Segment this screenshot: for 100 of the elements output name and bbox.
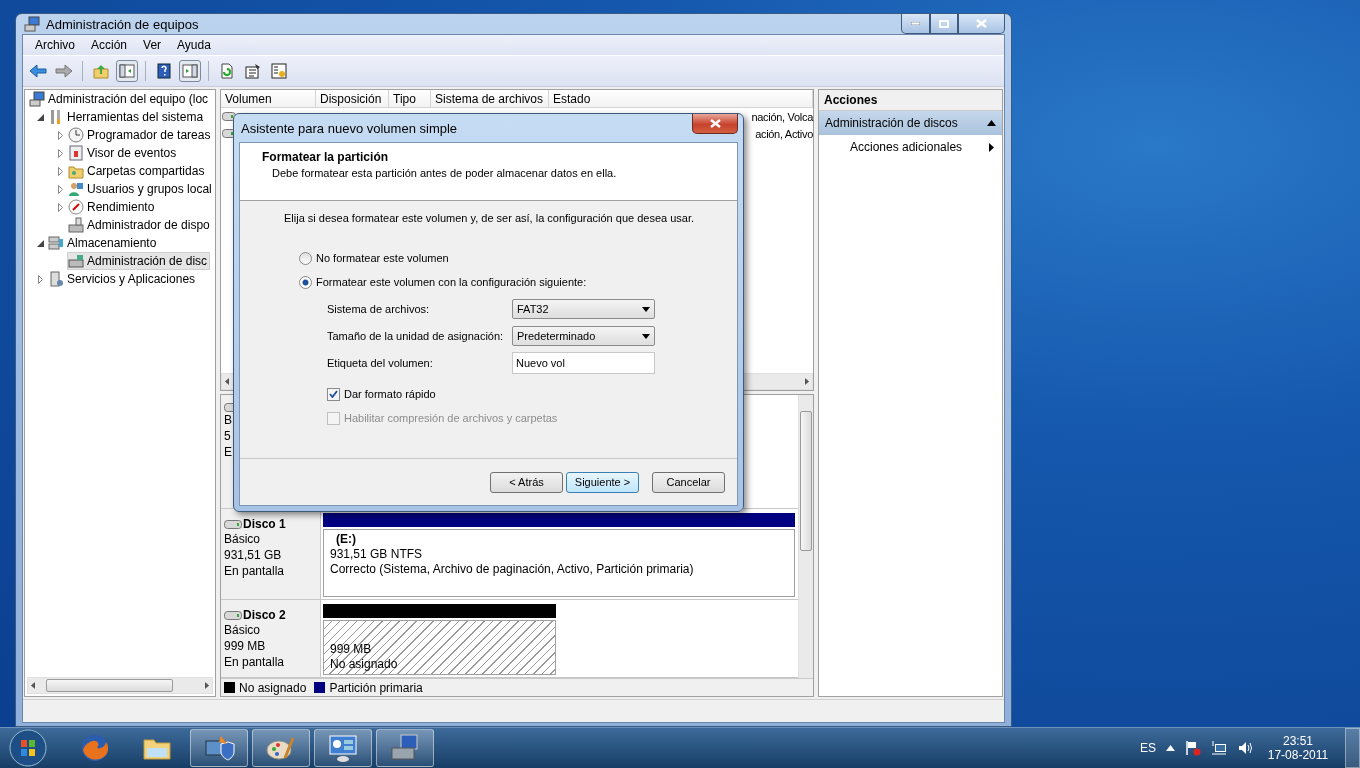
dialog-button[interactable]: < Atrás xyxy=(490,471,563,493)
tree-item[interactable]: Usuarios y grupos local xyxy=(67,180,215,198)
tree-item[interactable]: Administración del equipo (loc xyxy=(28,90,212,108)
partition-detail: 931,51 GB NTFS xyxy=(330,547,424,562)
disk-name: Disco 1 xyxy=(243,517,286,531)
horizontal-scrollbar[interactable] xyxy=(27,677,213,694)
tree-item[interactable]: Servicios y Aplicaciones xyxy=(47,270,199,288)
column-header[interactable]: Sistema de archivos xyxy=(431,90,549,107)
partition-block[interactable]: (E:) 931,51 GB NTFS Correcto (Sistema, Archivo de paginación, Activo, Partición primaria) xyxy=(323,529,795,597)
close-button[interactable] xyxy=(692,114,738,134)
tree-item[interactable]: Rendimiento xyxy=(67,198,158,216)
list-button[interactable] xyxy=(268,60,290,82)
device-icon xyxy=(68,217,84,233)
menu-item[interactable]: Archivo xyxy=(27,38,83,52)
disk-detail: 5 xyxy=(224,429,232,444)
tree-item[interactable]: Programador de tareas xyxy=(67,126,214,144)
collapse-arrow-icon[interactable] xyxy=(37,239,44,247)
minimize-button[interactable] xyxy=(901,14,930,34)
partition-block[interactable]: 999 MB No asignado xyxy=(323,620,556,675)
partition-label: (E:) xyxy=(335,532,357,547)
action-section[interactable]: Administración de discos xyxy=(819,111,1002,135)
taskbar-button[interactable] xyxy=(314,729,372,767)
refresh-icon xyxy=(219,63,235,79)
dialog-button[interactable]: Siguiente > xyxy=(566,471,639,493)
disk-detail: E xyxy=(224,445,233,460)
tree-toggle-button[interactable] xyxy=(116,60,138,82)
tree-item[interactable]: Herramientas del sistema xyxy=(47,108,207,126)
dialog-subheading: Debe formatear esta partición antes de poder almacenar datos en ella. xyxy=(271,167,618,179)
forward-arrow-icon xyxy=(55,63,73,79)
radio-label[interactable]: No formatear este volumen xyxy=(316,252,449,264)
expand-arrow-icon[interactable] xyxy=(58,184,63,194)
partition-detail: Correcto (Sistema, Archivo de paginación, Activo, Partición primaria) xyxy=(330,562,695,577)
taskbar-button[interactable] xyxy=(252,729,310,767)
browser-icon xyxy=(79,732,111,764)
disk-detail: Básico xyxy=(224,623,262,638)
input-field[interactable]: Nuevo vol xyxy=(512,352,655,374)
dialog-heading: Formatear la partición xyxy=(262,150,390,164)
users-icon xyxy=(68,181,84,197)
dropdown[interactable]: FAT32 xyxy=(512,299,655,319)
taskbar-button[interactable] xyxy=(190,729,248,767)
disk-detail: B xyxy=(224,413,233,428)
instruction-text: Elija si desea formatear este volumen y, de ser así, la configuración que desea usar. xyxy=(284,212,696,224)
submenu-arrow-icon xyxy=(989,142,994,152)
menu-item[interactable]: Ayuda xyxy=(169,38,219,52)
checkbox[interactable] xyxy=(327,387,340,401)
dialog-button[interactable]: Cancelar xyxy=(652,471,725,493)
radio-button[interactable] xyxy=(299,275,312,289)
menu-item[interactable]: Ver xyxy=(135,38,170,52)
properties-icon xyxy=(245,63,261,79)
menu-item[interactable]: Acción xyxy=(83,38,136,52)
list-icon xyxy=(271,63,287,79)
up-folder-icon xyxy=(93,63,109,79)
tree-item[interactable]: Almacenamiento xyxy=(47,234,160,252)
close-button[interactable] xyxy=(958,14,1005,34)
language-indicator[interactable]: ES xyxy=(1140,741,1156,755)
speaker-icon[interactable] xyxy=(1237,740,1253,756)
expand-arrow-icon[interactable] xyxy=(38,274,43,284)
show-hidden-icons-icon[interactable] xyxy=(1166,745,1175,751)
legend-label: Partición primaria xyxy=(329,680,423,695)
action-pane-button[interactable] xyxy=(179,60,201,82)
scroll-left-arrow-icon[interactable] xyxy=(31,682,35,689)
control-panel-icon xyxy=(327,732,359,764)
radio-label[interactable]: Formatear este volumen con la configuración siguiente: xyxy=(316,276,587,288)
back-arrow-icon xyxy=(29,63,47,79)
scroll-left-arrow-icon[interactable] xyxy=(225,378,229,385)
tree-item[interactable]: Carpetas compartidas xyxy=(67,162,208,180)
close-icon xyxy=(976,19,987,28)
legend-label: No asignado xyxy=(239,680,307,695)
network-icon[interactable] xyxy=(1211,740,1227,756)
expand-arrow-icon[interactable] xyxy=(58,130,63,140)
collapse-arrow-icon[interactable] xyxy=(37,113,44,121)
expand-arrow-icon[interactable] xyxy=(58,166,63,176)
maximize-button[interactable] xyxy=(930,14,958,34)
gauge-icon xyxy=(68,199,84,215)
tree-item[interactable]: Administración de disc xyxy=(67,252,211,270)
action-item[interactable]: Acciones adicionales xyxy=(819,135,1002,159)
expand-arrow-icon[interactable] xyxy=(58,202,63,212)
show-desktop-button[interactable] xyxy=(1345,728,1360,768)
scroll-right-arrow-icon[interactable] xyxy=(205,682,209,689)
column-header[interactable]: Volumen xyxy=(221,90,316,107)
taskbar-button[interactable] xyxy=(376,729,434,767)
checkbox-label[interactable]: Dar formato rápido xyxy=(344,388,436,400)
clock[interactable]: 23:51 17-08-2011 xyxy=(1263,734,1333,762)
column-header[interactable]: Tipo xyxy=(389,90,431,107)
tree-item[interactable]: Visor de eventos xyxy=(67,144,180,162)
column-header[interactable]: Estado xyxy=(549,90,813,107)
expand-arrow-icon[interactable] xyxy=(58,148,63,158)
computer-icon xyxy=(29,91,45,107)
tree-item[interactable]: Administrador de dispo xyxy=(67,216,213,234)
vertical-scrollbar[interactable] xyxy=(798,395,813,678)
radio-button[interactable] xyxy=(299,251,312,265)
field-label: Tamaño de la unidad de asignación: xyxy=(327,330,505,342)
storage-icon xyxy=(48,235,64,251)
dropdown[interactable]: Predeterminado xyxy=(512,326,655,346)
column-header[interactable]: Disposición xyxy=(316,90,389,107)
partition-detail: 999 MB xyxy=(330,642,373,657)
drive-icon xyxy=(224,519,242,529)
scroll-right-arrow-icon[interactable] xyxy=(805,378,809,385)
flag-icon[interactable] xyxy=(1185,740,1201,756)
field-label: Etiqueta del volumen: xyxy=(327,357,434,369)
